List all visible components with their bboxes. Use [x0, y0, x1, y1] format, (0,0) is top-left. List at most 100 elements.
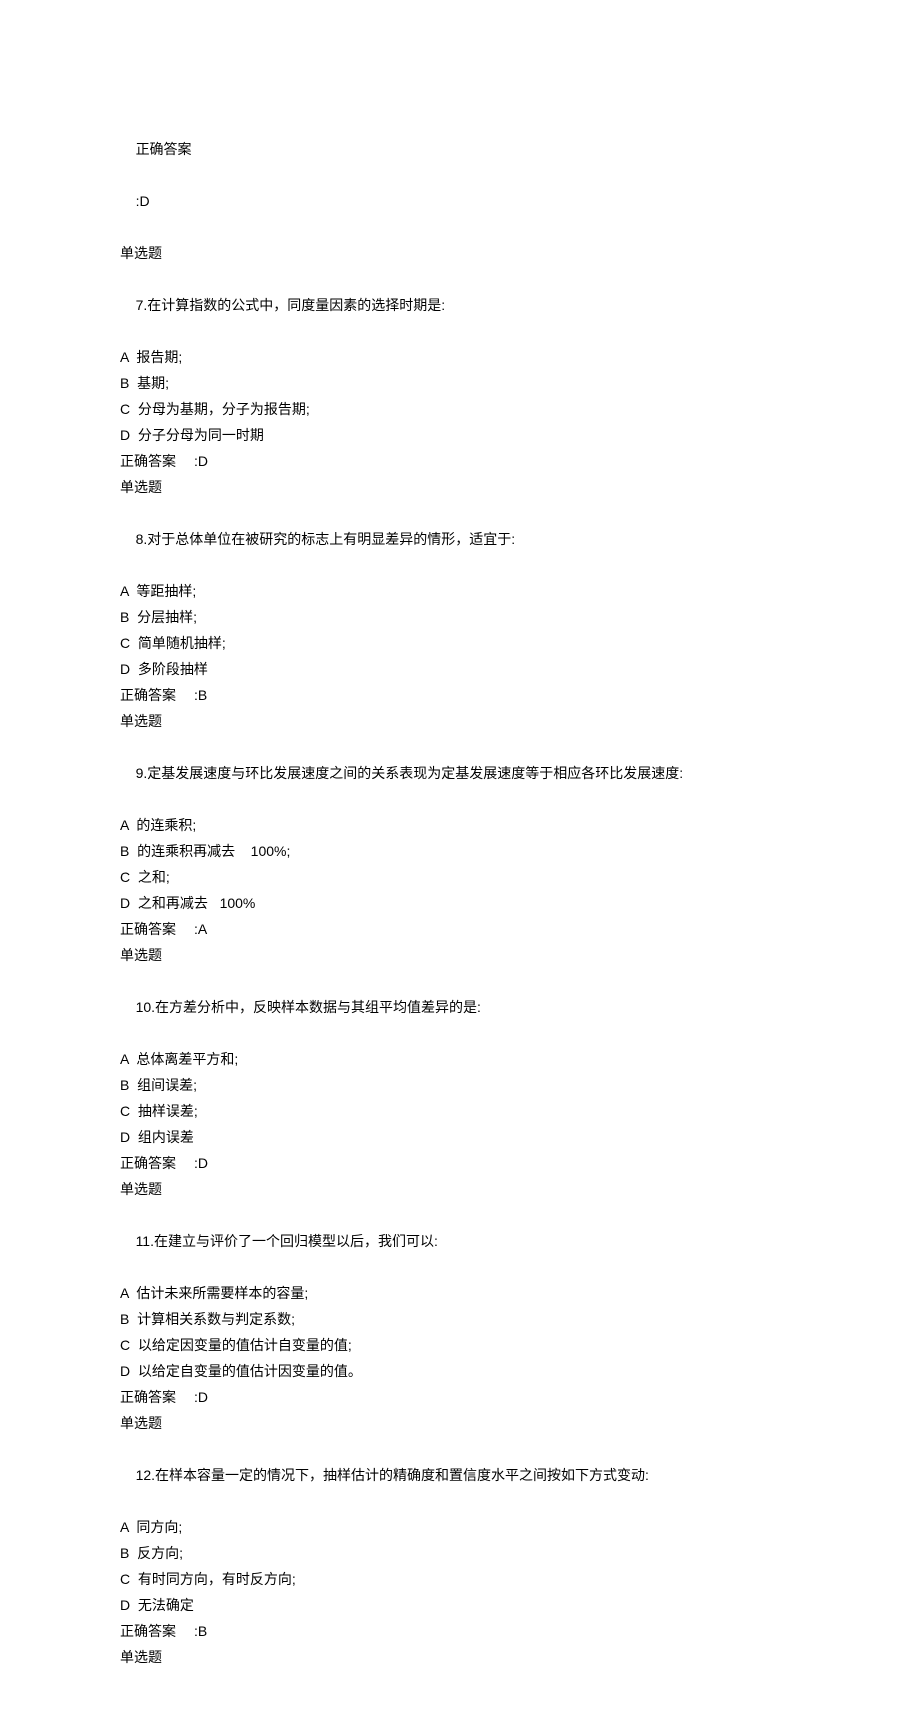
- answer-line: 正确答案 :D: [120, 110, 800, 240]
- answer-value: :B: [194, 687, 207, 703]
- answer-value: :D: [194, 1389, 208, 1405]
- option-letter: A: [120, 1285, 129, 1301]
- question-stem: 7.在计算指数的公式中，同度量因素的选择时期是:: [120, 266, 800, 344]
- question-stem: 10.在方差分析中，反映样本数据与其组平均值差异的是:: [120, 968, 800, 1046]
- option-d: D 分子分母为同一时期: [120, 422, 800, 448]
- option-text: 估计未来所需要样本的容量;: [136, 1285, 308, 1301]
- option-text: 基期;: [137, 375, 169, 391]
- question-text: 在计算指数的公式中，同度量因素的选择时期是:: [147, 297, 445, 313]
- answer-value: :A: [194, 921, 207, 937]
- option-c: C 有时同方向，有时反方向;: [120, 1566, 800, 1592]
- option-letter: B: [120, 1311, 129, 1327]
- option-text: 计算相关系数与判定系数;: [137, 1311, 295, 1327]
- option-text: 之和;: [138, 869, 170, 885]
- question-number: 10.: [136, 999, 155, 1015]
- option-a: A 报告期;: [120, 344, 800, 370]
- option-text: 简单随机抽样;: [138, 635, 226, 651]
- answer-label: 正确答案: [120, 453, 176, 469]
- option-text: 总体离差平方和;: [136, 1051, 238, 1067]
- option-letter: C: [120, 1103, 130, 1119]
- option-letter: C: [120, 869, 130, 885]
- option-text: 有时同方向，有时反方向;: [138, 1571, 296, 1587]
- option-letter: B: [120, 609, 129, 625]
- answer-label: 正确答案: [120, 687, 176, 703]
- option-text: 组内误差: [138, 1129, 194, 1145]
- option-c: C 抽样误差;: [120, 1098, 800, 1124]
- answer-label: 正确答案: [120, 1623, 176, 1639]
- option-text: 分子分母为同一时期: [138, 427, 264, 443]
- option-text: 抽样误差;: [138, 1103, 198, 1119]
- option-b: B 的连乘积再减去 100%;: [120, 838, 800, 864]
- question-text: 定基发展速度与环比发展速度之间的关系表现为定基发展速度等于相应各环比发展速度:: [147, 765, 683, 781]
- answer-label: 正确答案: [120, 921, 176, 937]
- option-letter: D: [120, 1363, 130, 1379]
- option-letter: D: [120, 1129, 130, 1145]
- question-text: 在建立与评价了一个回归模型以后，我们可以:: [154, 1233, 438, 1249]
- option-d: D 以给定自变量的值估计因变量的值。: [120, 1358, 800, 1384]
- question-stem: 9.定基发展速度与环比发展速度之间的关系表现为定基发展速度等于相应各环比发展速度…: [120, 734, 800, 812]
- option-letter: C: [120, 1337, 130, 1353]
- option-c: C 分母为基期，分子为报告期;: [120, 396, 800, 422]
- option-text: 的连乘积;: [136, 817, 196, 833]
- answer-value: :D: [194, 453, 208, 469]
- option-d: D 无法确定: [120, 1592, 800, 1618]
- answer-line: 正确答案 :A: [120, 916, 800, 942]
- option-letter: C: [120, 401, 130, 417]
- answer-value: :B: [194, 1623, 207, 1639]
- question-type: 单选题: [120, 1644, 800, 1670]
- option-a: A 的连乘积;: [120, 812, 800, 838]
- option-b: B 分层抽样;: [120, 604, 800, 630]
- option-d: D 之和再减去 100%: [120, 890, 800, 916]
- answer-line: 正确答案 :B: [120, 682, 800, 708]
- option-letter: D: [120, 1597, 130, 1613]
- question-stem: 11.在建立与评价了一个回归模型以后，我们可以:: [120, 1202, 800, 1280]
- question-type: 单选题: [120, 1176, 800, 1202]
- question-text: 在样本容量一定的情况下，抽样估计的精确度和置信度水平之间按如下方式变动:: [155, 1467, 649, 1483]
- option-b: B 计算相关系数与判定系数;: [120, 1306, 800, 1332]
- question-type: 单选题: [120, 1410, 800, 1436]
- option-text: 的连乘积再减去 100%;: [137, 843, 290, 859]
- answer-line: 正确答案 :D: [120, 448, 800, 474]
- option-letter: D: [120, 427, 130, 443]
- question-text: 在方差分析中，反映样本数据与其组平均值差异的是:: [155, 999, 481, 1015]
- option-text: 组间误差;: [137, 1077, 197, 1093]
- option-text: 多阶段抽样: [138, 661, 208, 677]
- option-text: 报告期;: [136, 349, 182, 365]
- option-letter: A: [120, 817, 129, 833]
- option-letter: B: [120, 1545, 129, 1561]
- option-b: B 组间误差;: [120, 1072, 800, 1098]
- question-number: 8.: [136, 531, 148, 547]
- option-text: 反方向;: [137, 1545, 183, 1561]
- question-type: 单选题: [120, 708, 800, 734]
- option-letter: D: [120, 895, 130, 911]
- question-type: 单选题: [120, 240, 800, 266]
- option-text: 等距抽样;: [136, 583, 196, 599]
- question-number: 9.: [136, 765, 148, 781]
- answer-line: 正确答案:D: [120, 1150, 800, 1176]
- question-number: 12.: [136, 1467, 155, 1483]
- option-a: A 同方向;: [120, 1514, 800, 1540]
- option-a: A 估计未来所需要样本的容量;: [120, 1280, 800, 1306]
- option-c: C 之和;: [120, 864, 800, 890]
- option-c: C 简单随机抽样;: [120, 630, 800, 656]
- question-stem: 8.对于总体单位在被研究的标志上有明显差异的情形，适宜于:: [120, 500, 800, 578]
- option-c: C 以给定因变量的值估计自变量的值;: [120, 1332, 800, 1358]
- option-text: 无法确定: [138, 1597, 194, 1613]
- question-number: 11.: [136, 1233, 154, 1249]
- option-b: B 基期;: [120, 370, 800, 396]
- option-d: D 多阶段抽样: [120, 656, 800, 682]
- option-text: 以给定自变量的值估计因变量的值。: [138, 1363, 362, 1379]
- answer-value: :D: [136, 193, 150, 209]
- option-text: 以给定因变量的值估计自变量的值;: [138, 1337, 352, 1353]
- question-type: 单选题: [120, 474, 800, 500]
- option-letter: A: [120, 349, 129, 365]
- answer-label: 正确答案: [120, 1155, 176, 1171]
- option-text: 之和再减去 100%: [138, 895, 255, 911]
- option-letter: D: [120, 661, 130, 677]
- option-b: B 反方向;: [120, 1540, 800, 1566]
- option-text: 同方向;: [136, 1519, 182, 1535]
- option-letter: C: [120, 635, 130, 651]
- question-number: 7.: [136, 297, 148, 313]
- option-letter: B: [120, 1077, 129, 1093]
- answer-line: 正确答案 :B: [120, 1618, 800, 1644]
